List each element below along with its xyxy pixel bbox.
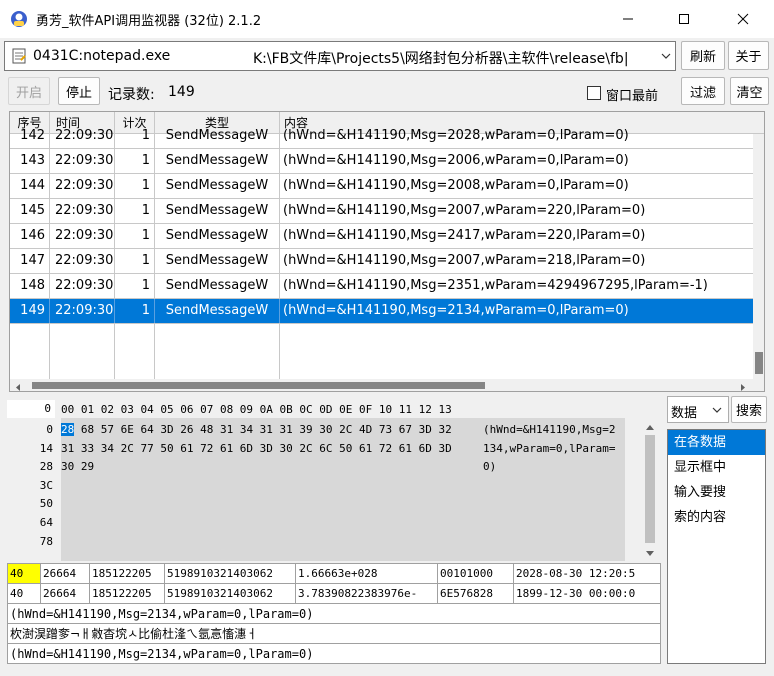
search-input-list[interactable]: 在各数据 显示框中 输入要搜 索的内容 [667,429,766,664]
table-row[interactable]: 142 22:09:30 1 SendMessageW (hWnd=&H1411… [10,124,753,149]
chevron-down-icon[interactable] [660,46,672,70]
search-type-value: 数据 [671,406,698,421]
value-cell: 26664 [41,564,90,584]
list-item[interactable]: 输入要搜 [668,480,765,505]
ansi-text-cell: (hWnd=&H141190,Msg=2134,wParam=0,lParam=… [8,604,660,624]
topmost-label: 窗口最前 [606,89,659,104]
window-title: 勇芳_软件API调用监视器 (32位) 2.1.2 [36,14,262,29]
process-select[interactable]: 0431C:notepad.exe K:\FB文件库\Projects5\网络封… [4,41,676,71]
hex-view[interactable]: 0 00 01 02 03 04 05 06 07 08 09 0A 0B 0C… [7,398,660,561]
hex-offsets: 0 14 28 3C 50 64 78 [39,423,53,548]
value-cell: 1899-12-30 00:00:0 [514,584,660,604]
scroll-down-icon[interactable] [645,548,655,561]
scroll-up-icon[interactable] [645,421,655,434]
scroll-left-icon[interactable] [13,381,23,391]
table-row[interactable]: 146 22:09:30 1 SendMessageW (hWnd=&H1411… [10,224,753,249]
table-row[interactable]: 145 22:09:30 1 SendMessageW (hWnd=&H1411… [10,199,753,224]
table-row[interactable]: 147 22:09:30 1 SendMessageW (hWnd=&H1411… [10,249,753,274]
clear-button[interactable]: 清空 [730,77,769,105]
selected-byte[interactable]: 28 [61,423,75,436]
list-item[interactable]: 显示框中 [668,455,765,480]
refresh-button[interactable]: 刷新 [681,41,725,70]
stop-button[interactable]: 停止 [58,77,100,105]
list-item[interactable]: 索的内容 [668,505,765,530]
record-count: 149 [168,84,195,100]
app-icon [10,10,28,28]
search-button[interactable]: 搜索 [731,396,767,423]
grid-vscrollbar[interactable] [753,134,764,379]
hex-ascii[interactable]: (hWnd=&H141190,Msg=2 134,wParam=0,lParam… [479,418,625,561]
topmost-checkbox[interactable] [587,86,601,100]
start-button[interactable]: 开启 [8,77,50,105]
list-item[interactable]: 在各数据 [668,430,765,455]
value-cell: 3.78390822383976e- [296,584,438,604]
value-cell: 6E576828 [438,584,514,604]
value-cell: 40 [8,564,41,584]
value-cell: 5198910321403062 [165,564,296,584]
value-cell: 185122205 [90,584,165,604]
hscroll-thumb[interactable] [32,382,485,389]
grid-hscrollbar[interactable] [10,379,764,391]
title-bar: 勇芳_软件API调用监视器 (32位) 2.1.2 [0,0,774,38]
table-row-selected[interactable]: 149 22:09:30 1 SendMessageW (hWnd=&H1411… [10,299,753,324]
table-row[interactable]: 144 22:09:30 1 SendMessageW (hWnd=&H1411… [10,174,753,199]
value-cell: 2028-08-30 12:20:5 [514,564,660,584]
chevron-down-icon[interactable] [711,400,723,424]
vscroll-thumb[interactable] [755,352,763,374]
value-cell: 26664 [41,584,90,604]
value-interpretation-grid[interactable]: 40 26664 185122205 5198910321403062 1.66… [7,563,661,664]
hex-column-header: 00 01 02 03 04 05 06 07 08 09 0A 0B 0C 0… [61,403,452,416]
table-row[interactable]: 143 22:09:30 1 SendMessageW (hWnd=&H1411… [10,149,753,174]
filter-button[interactable]: 过滤 [681,77,725,105]
record-count-label: 记录数: [108,87,155,103]
search-type-select[interactable]: 数据 [667,396,729,423]
process-name: 0431C:notepad.exe [33,48,171,64]
notepad-icon [11,48,27,68]
unicode-text-cell: 杴澍淏蹭奓¬ㅐ敹杳㙀ㅅ⽐偷杜湰ㄟ氬悥慉潓ㅓ [8,624,660,644]
hex-offset-header: 0 [7,400,55,418]
value-cell: 5198910321403062 [165,584,296,604]
minimize-icon[interactable] [605,0,651,38]
table-row[interactable]: 148 22:09:30 1 SendMessageW (hWnd=&H1411… [10,274,753,299]
hex-vscroll-thumb[interactable] [645,435,655,543]
log-grid[interactable]: 序号 时间 计次 类型 内容 142 22:09:30 1 SendMessag… [9,111,765,392]
utf8-text-cell: (hWnd=&H141190,Msg=2134,wParam=0,lParam=… [10,647,314,661]
process-path: K:\FB文件库\Projects5\网络封包分析器\主软件\release\f… [253,51,629,67]
value-cell: 40 [8,584,41,604]
value-cell: 00101000 [438,564,514,584]
value-cell: 1.66663e+028 [296,564,438,584]
scroll-right-icon[interactable] [738,381,748,391]
hex-bytes[interactable]: 28 68 57 6E 64 3D 26 48 31 34 31 31 39 3… [61,418,486,561]
hex-vscrollbar[interactable] [641,418,659,561]
about-button[interactable]: 关于 [728,41,769,70]
maximize-icon[interactable] [661,0,707,38]
value-cell: 185122205 [90,564,165,584]
close-icon[interactable] [720,0,766,38]
